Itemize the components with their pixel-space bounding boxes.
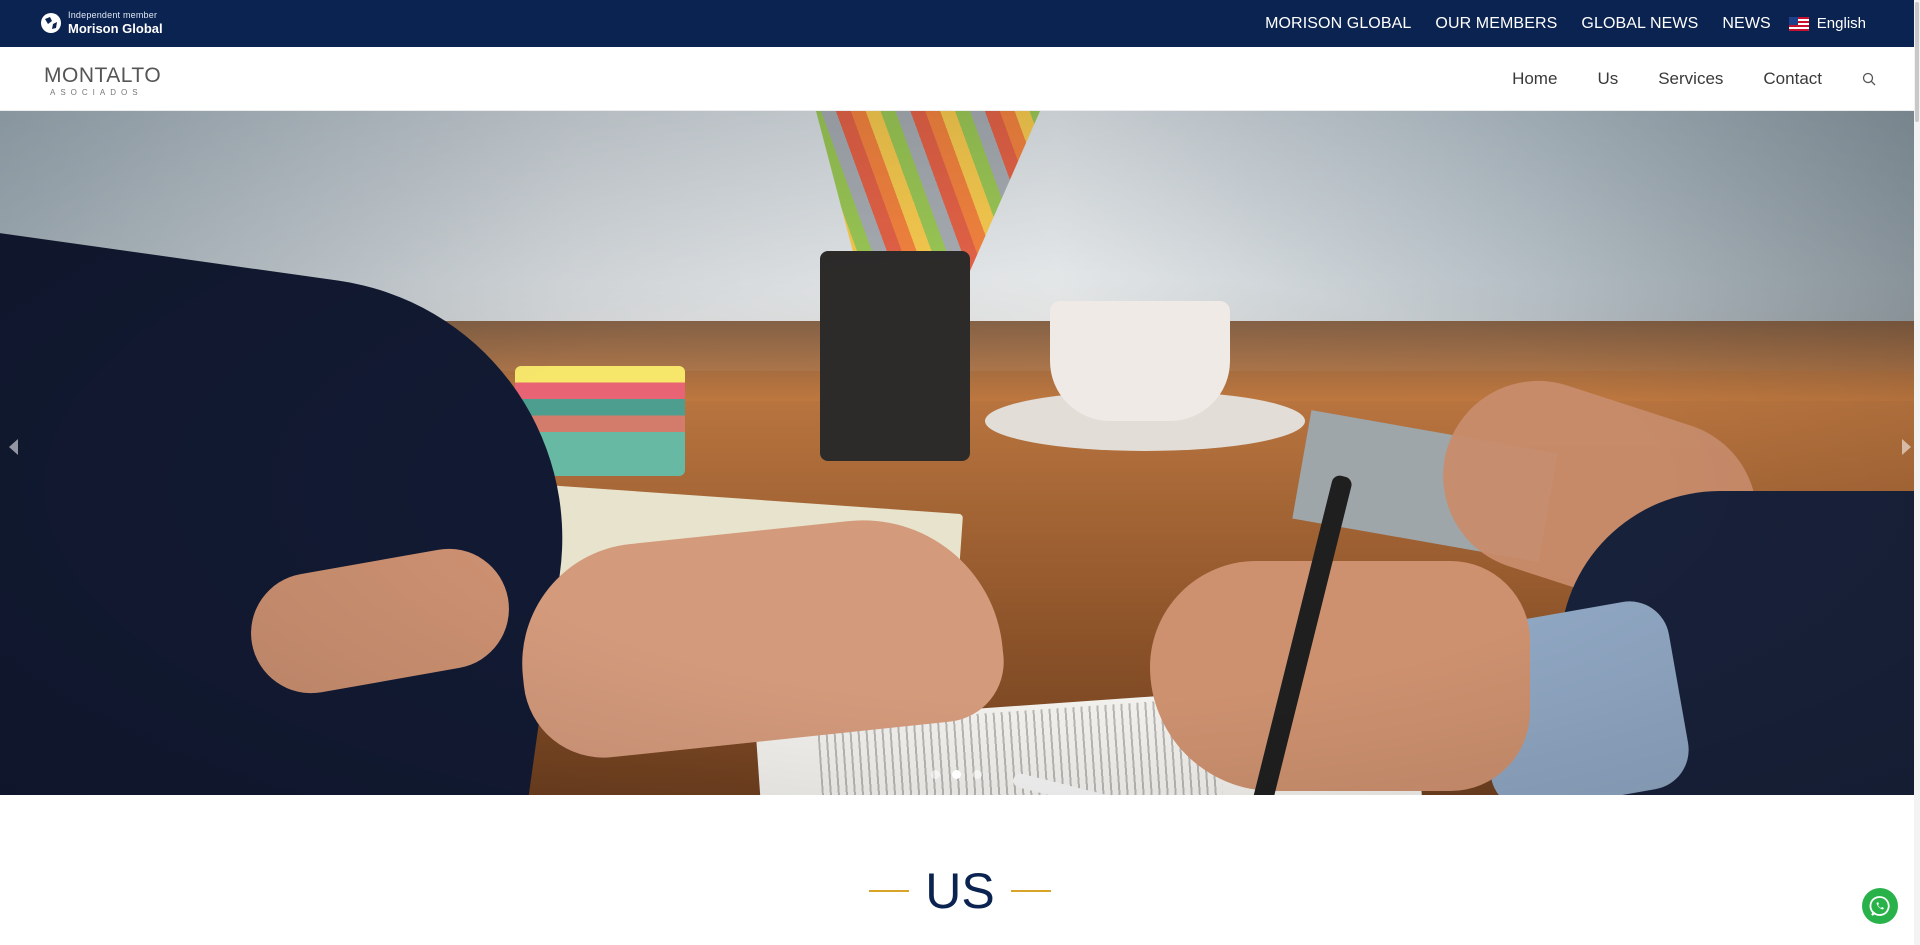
nav-home[interactable]: Home bbox=[1512, 69, 1557, 89]
heading-left-rule bbox=[869, 890, 910, 892]
slider-dot-1[interactable] bbox=[931, 770, 940, 779]
slider-next-arrow-icon[interactable] bbox=[1898, 438, 1914, 456]
top-nav: MORISON GLOBAL OUR MEMBERS GLOBAL NEWS N… bbox=[1241, 0, 1866, 47]
slider-dot-3[interactable] bbox=[973, 770, 982, 779]
hero-slider bbox=[0, 111, 1920, 795]
logo-subtitle: ASOCIADOS bbox=[50, 88, 143, 97]
logo-name: MONTALTO bbox=[44, 64, 162, 87]
main-header: MONTALTO ASOCIADOS Home Us Services Cont… bbox=[0, 47, 1920, 111]
scrollbar-thumb[interactable] bbox=[1915, 2, 1919, 122]
globe-icon bbox=[41, 13, 61, 33]
search-icon[interactable] bbox=[1862, 72, 1876, 86]
slider-dot-2[interactable] bbox=[952, 770, 961, 779]
montalto-logo[interactable]: MONTALTO ASOCIADOS bbox=[44, 65, 164, 97]
top-link-our-members[interactable]: OUR MEMBERS bbox=[1435, 15, 1557, 33]
top-link-news[interactable]: NEWS bbox=[1722, 15, 1770, 33]
heading-right-rule bbox=[1010, 890, 1051, 892]
slider-dots bbox=[931, 770, 982, 779]
us-flag-icon bbox=[1788, 16, 1809, 31]
page-scrollbar[interactable] bbox=[1914, 0, 1920, 945]
top-link-morison-global[interactable]: MORISON GLOBAL bbox=[1265, 15, 1411, 33]
brand-title: Morison Global bbox=[68, 21, 163, 36]
whatsapp-icon[interactable] bbox=[1862, 888, 1898, 924]
language-label: English bbox=[1816, 15, 1866, 32]
section-title: US bbox=[925, 863, 995, 919]
language-selector[interactable]: English bbox=[1788, 15, 1866, 32]
main-nav: Home Us Services Contact bbox=[1472, 47, 1876, 111]
nav-services[interactable]: Services bbox=[1658, 69, 1723, 89]
top-bar: Independent member Morison Global MORISO… bbox=[0, 0, 1920, 47]
morison-global-brand[interactable]: Independent member Morison Global bbox=[40, 11, 163, 35]
top-link-global-news[interactable]: GLOBAL NEWS bbox=[1581, 15, 1698, 33]
nav-us[interactable]: Us bbox=[1597, 69, 1618, 89]
slider-prev-arrow-icon[interactable] bbox=[6, 438, 22, 456]
section-heading: US bbox=[0, 866, 1920, 916]
brand-subtitle: Independent member bbox=[68, 10, 158, 20]
nav-contact[interactable]: Contact bbox=[1763, 69, 1822, 89]
